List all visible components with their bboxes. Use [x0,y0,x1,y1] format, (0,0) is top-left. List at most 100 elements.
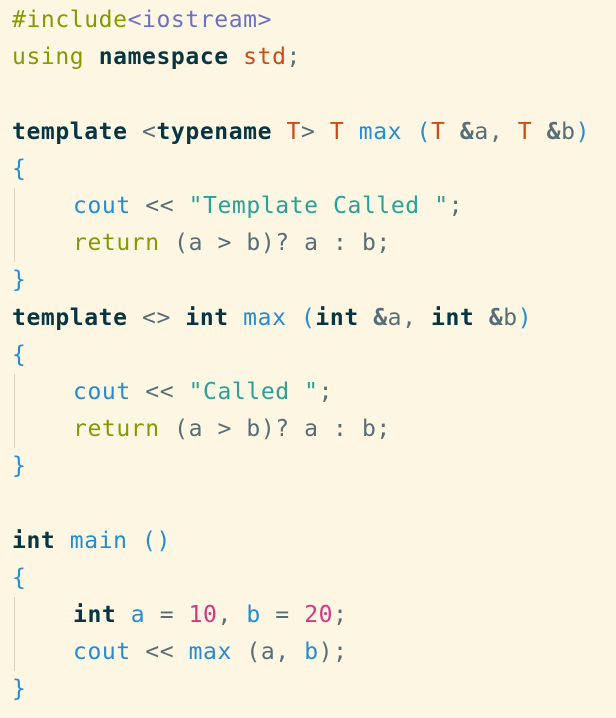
code-token: T [329,118,345,145]
code-token: int [73,602,117,628]
code-token: int [315,304,359,331]
code-token: "Called " [188,378,319,405]
code-token: () [142,527,171,554]
indent-guide [12,634,73,672]
code-token: , [275,639,305,666]
code-line: { [12,560,616,597]
code-line: cout << "Called "; [12,373,616,412]
code-token: b [246,602,261,628]
code-token: > [300,118,330,145]
code-token: ; [318,378,334,405]
code-line: return (a > b)? a : b; [12,411,616,449]
code-token: { [12,155,27,182]
code-line: } [12,671,616,708]
code-token: T [431,118,446,145]
code-token: , [488,118,518,145]
code-token: "Template Called " [188,192,449,219]
code-token: ( [231,639,261,666]
code-token: << [130,639,189,666]
code-line: { [12,337,616,374]
code-token: return [73,230,160,257]
code-token: max [243,304,287,331]
code-token: ) [575,118,591,145]
code-token: { [12,341,27,368]
code-line: using namespace std; [12,39,616,76]
code-line: #include<iostream> [12,2,616,39]
code-token: << [130,378,189,405]
code-token: T [517,118,533,145]
code-token: a [387,304,403,331]
code-token: < [127,118,157,145]
code-token: ) [517,304,533,331]
indent-guide [12,597,73,635]
code-line: } [12,448,616,485]
code-token: b [503,304,518,331]
code-token: typename [156,118,273,145]
code-token: ( [300,304,316,331]
indent-guide [12,187,73,226]
code-token: (a > b)? a : b; [159,416,391,443]
code-token: 20 [304,602,334,628]
code-token: & [474,304,504,331]
code-token: b [304,639,319,666]
code-token: & [358,304,388,331]
code-line: int a = 10, b = 20; [12,597,616,635]
code-token: int [12,527,56,554]
code-token: } [12,676,27,703]
code-token: <> [127,304,186,331]
code-line: cout << max (a, b); [12,634,616,672]
code-token: int [431,304,475,331]
code-line: { [12,151,616,188]
code-token: int [185,304,229,331]
code-token: template [12,304,128,331]
code-token: (a > b)? a : b; [159,230,391,257]
code-line: template <> int max (int &a, int &b) [12,300,616,337]
code-token: = [260,602,305,628]
code-token: std [243,44,287,71]
code-line: cout << "Template Called "; [12,187,616,226]
code-token: template [12,118,128,145]
code-token: { [12,564,27,591]
code-token: a [260,639,276,666]
code-token: ( [416,118,432,145]
code-token: <iostream> [127,7,273,33]
code-token: namespace [98,44,229,71]
code-token: 10 [188,602,218,628]
code-token: ); [318,639,348,666]
code-token: ; [448,192,464,219]
code-token: T [286,118,301,145]
code-editor[interactable]: #include<iostream> using namespace std; te… [12,2,616,714]
code-token: = [145,602,189,628]
code-token: b [561,118,576,145]
code-token: max [188,639,232,666]
indent-guide [12,411,73,449]
code-token: , [402,304,432,331]
code-token: main [69,527,128,554]
code-token: , [217,602,247,628]
code-token: & [445,118,475,145]
code-token: max [358,118,403,145]
indent-guide [12,373,73,412]
code-token: ; [333,602,348,628]
code-token: << [130,192,189,219]
code-token: #include [12,7,128,33]
code-token: a [130,602,146,628]
code-token: return [73,416,160,443]
indent-guide [12,225,73,263]
code-token: } [12,267,27,294]
code-token: cout [73,639,131,666]
code-token: } [12,453,27,480]
code-token: cout [73,192,131,219]
code-line: return (a > b)? a : b; [12,225,616,263]
code-line: int main () [12,523,616,560]
code-line: } [12,262,616,299]
